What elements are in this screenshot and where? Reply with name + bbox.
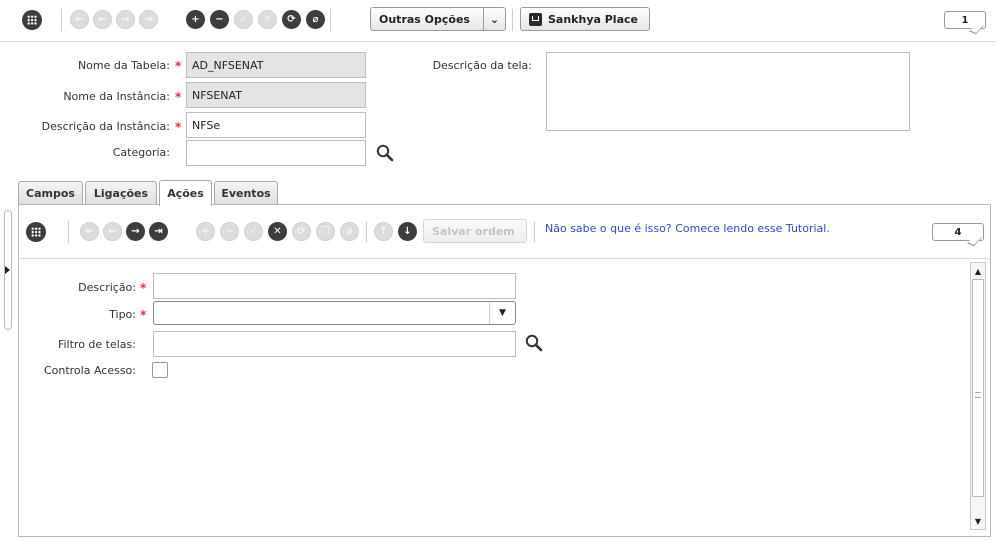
required-marker: * bbox=[140, 281, 147, 295]
refresh-icon[interactable]: ⟳ bbox=[282, 10, 301, 29]
dropdown-arrow-icon[interactable]: ▼ bbox=[489, 302, 515, 324]
descricao-field[interactable] bbox=[153, 273, 516, 299]
salvar-ordem-button[interactable]: Salvar ordem bbox=[423, 219, 527, 243]
toolbar-separator bbox=[534, 221, 535, 243]
descricao-instancia-field[interactable] bbox=[186, 112, 366, 138]
filtro-telas-label: Filtro de telas: bbox=[57, 338, 136, 351]
required-marker: * bbox=[175, 90, 182, 104]
tipo-label: Tipo: bbox=[109, 308, 136, 321]
last-record-icon[interactable]: ⇥ bbox=[149, 222, 168, 241]
toolbar-divider bbox=[0, 41, 996, 42]
record-counter: 1 bbox=[944, 11, 986, 29]
tab-acoes[interactable]: Ações bbox=[159, 180, 212, 206]
search-icon[interactable] bbox=[375, 143, 395, 163]
nome-instancia-field[interactable] bbox=[186, 82, 366, 108]
descricao-instancia-label: Descrição da Instância: bbox=[41, 120, 170, 133]
previous-record-icon[interactable]: ← bbox=[103, 222, 122, 241]
descricao-tela-label: Descrição da tela: bbox=[432, 59, 532, 72]
toolbar-separator bbox=[366, 221, 367, 243]
categoria-field[interactable] bbox=[186, 140, 366, 166]
cancel-icon[interactable]: ✕ bbox=[268, 222, 287, 241]
tipo-select[interactable]: ▼ bbox=[153, 301, 516, 325]
toolbar-separator bbox=[68, 221, 69, 243]
next-record-icon[interactable]: → bbox=[126, 222, 145, 241]
required-marker: * bbox=[140, 308, 147, 322]
nome-tabela-field[interactable] bbox=[186, 52, 366, 78]
detail-scrollbar[interactable]: ▲ ▼ bbox=[970, 262, 986, 530]
nome-tabela-label: Nome da Tabela: bbox=[77, 59, 170, 72]
required-marker: * bbox=[175, 120, 182, 134]
categoria-label: Categoria: bbox=[112, 146, 170, 159]
attachment-icon[interactable]: ⌀ bbox=[306, 10, 325, 29]
first-record-icon[interactable]: ⇤ bbox=[70, 10, 89, 29]
confirm-icon[interactable]: ✓ bbox=[244, 222, 263, 241]
move-down-icon[interactable]: ↓ bbox=[398, 222, 417, 241]
move-up-icon[interactable]: ↑ bbox=[374, 222, 393, 241]
tab-eventos[interactable]: Eventos bbox=[214, 181, 278, 205]
copy-icon[interactable]: ❐ bbox=[316, 222, 335, 241]
cancel-icon[interactable]: ✕ bbox=[258, 10, 277, 29]
attachment-icon[interactable]: ⌀ bbox=[340, 222, 359, 241]
tab-campos[interactable]: Campos bbox=[18, 181, 83, 205]
search-icon[interactable] bbox=[524, 333, 544, 353]
toolbar-separator bbox=[61, 9, 62, 31]
next-record-icon[interactable]: → bbox=[116, 10, 135, 29]
grid-menu-icon[interactable] bbox=[22, 10, 42, 30]
scrollbar-thumb[interactable] bbox=[972, 279, 984, 497]
previous-record-icon[interactable]: ← bbox=[93, 10, 112, 29]
required-marker: * bbox=[175, 59, 182, 73]
descricao-label: Descrição: bbox=[78, 281, 136, 294]
remove-icon[interactable]: − bbox=[220, 222, 239, 241]
chevron-down-icon[interactable]: ⌄ bbox=[483, 8, 505, 30]
tutorial-link[interactable]: Não sabe o que é isso? Comece lendo esse… bbox=[545, 222, 830, 235]
add-icon[interactable]: + bbox=[196, 222, 215, 241]
last-record-icon[interactable]: ⇥ bbox=[139, 10, 158, 29]
outras-opcoes-label: Outras Opções bbox=[379, 12, 470, 26]
tab-ligacoes[interactable]: Ligações bbox=[85, 181, 157, 205]
scroll-up-icon[interactable]: ▲ bbox=[971, 263, 985, 279]
toolbar-separator bbox=[512, 9, 513, 31]
scroll-down-icon[interactable]: ▼ bbox=[971, 513, 985, 529]
sankhya-place-label: Sankhya Place bbox=[548, 12, 638, 26]
first-record-icon[interactable]: ⇤ bbox=[80, 222, 99, 241]
controla-acesso-checkbox[interactable] bbox=[152, 362, 168, 378]
refresh-icon[interactable]: ⟳ bbox=[292, 222, 311, 241]
scrollbar-grip-icon bbox=[975, 392, 981, 398]
toolbar-separator bbox=[330, 9, 331, 31]
sankhya-place-icon bbox=[529, 12, 542, 26]
remove-icon[interactable]: − bbox=[210, 10, 229, 29]
filtro-telas-field[interactable] bbox=[153, 331, 516, 357]
grid-menu-icon[interactable] bbox=[26, 222, 46, 242]
expand-left-icon[interactable] bbox=[5, 266, 10, 274]
actions-record-counter: 4 bbox=[932, 223, 984, 241]
confirm-icon[interactable]: ✓ bbox=[234, 10, 253, 29]
controla-acesso-label: Controla Acesso: bbox=[43, 364, 136, 377]
nome-instancia-label: Nome da Instância: bbox=[63, 90, 170, 103]
sankhya-place-button[interactable]: Sankhya Place bbox=[520, 7, 650, 31]
outras-opcoes-button[interactable]: Outras Opções ⌄ bbox=[370, 7, 506, 31]
add-icon[interactable]: + bbox=[186, 10, 205, 29]
panel-divider bbox=[18, 258, 991, 259]
descricao-tela-field[interactable] bbox=[546, 52, 910, 131]
